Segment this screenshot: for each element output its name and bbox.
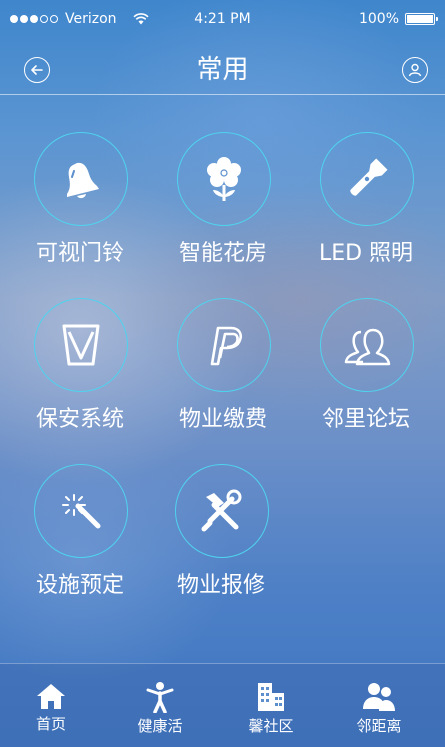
feature-icon-circle (175, 464, 269, 558)
status-bar: Verizon 4:21 PM 100% (0, 0, 445, 40)
person-icon (146, 682, 174, 713)
battery-icon (405, 13, 438, 25)
flower-icon (207, 157, 241, 201)
navigation-bar: 常用 (0, 40, 445, 95)
tab-community[interactable]: 馨社区 (226, 681, 316, 736)
users-icon (344, 328, 391, 366)
tools-icon (201, 489, 242, 532)
tab-label: 首页 (35, 715, 66, 733)
feature-label: 邻里论坛 (321, 407, 410, 432)
feature-label: 设施预定 (35, 573, 124, 598)
feature-neighborhood-forum[interactable]: 邻里论坛 (296, 298, 436, 438)
feature-label: 物业报修 (176, 573, 265, 598)
tab-label: 馨社区 (248, 717, 294, 735)
page-title: 常用 (196, 55, 249, 85)
feature-icon-circle (34, 132, 128, 226)
feature-icon-circle (177, 298, 271, 392)
home-icon (37, 684, 65, 709)
feature-property-repair[interactable]: 物业报修 (151, 464, 291, 604)
tab-bar: 首页 健康活 馨社区 邻距离 (0, 663, 445, 747)
profile-button[interactable] (402, 57, 428, 83)
user-icon (408, 63, 422, 77)
paypal-icon (210, 326, 242, 366)
shield-icon (62, 324, 100, 366)
bell-icon (67, 162, 99, 199)
battery-percentage: 100% (358, 11, 399, 27)
building-icon (258, 683, 284, 711)
feature-facility-booking[interactable]: 设施预定 (10, 464, 150, 604)
feature-property-payment[interactable]: 物业缴费 (153, 298, 293, 438)
flashlight-icon (350, 158, 388, 196)
feature-label: LED 照明 (318, 241, 414, 266)
neighbors-icon (363, 683, 395, 711)
feature-icon-circle (34, 298, 128, 392)
tab-label: 邻距离 (356, 717, 402, 735)
feature-label: 可视门铃 (35, 241, 124, 266)
feature-label: 保安系统 (35, 407, 124, 432)
feature-icon-circle (177, 132, 271, 226)
feature-security-system[interactable]: 保安系统 (10, 298, 150, 438)
tab-home[interactable]: 首页 (6, 681, 96, 734)
magic-wand-icon (62, 494, 101, 529)
battery-status: 100% (358, 11, 438, 27)
feature-video-doorbell[interactable]: 可视门铃 (10, 132, 150, 272)
feature-label: 物业缴费 (178, 407, 267, 432)
tab-healthy-living[interactable]: 健康活 (115, 681, 205, 736)
feature-label: 智能花房 (178, 241, 267, 266)
feature-smart-greenhouse[interactable]: 智能花房 (153, 132, 293, 272)
tab-neighbors[interactable]: 邻距离 (334, 681, 424, 736)
feature-icon-circle (320, 132, 414, 226)
tab-label: 健康活 (137, 717, 183, 735)
feature-icon-circle (320, 298, 414, 392)
feature-icon-circle (34, 464, 128, 558)
feature-led-lighting[interactable]: LED 照明 (296, 132, 436, 272)
